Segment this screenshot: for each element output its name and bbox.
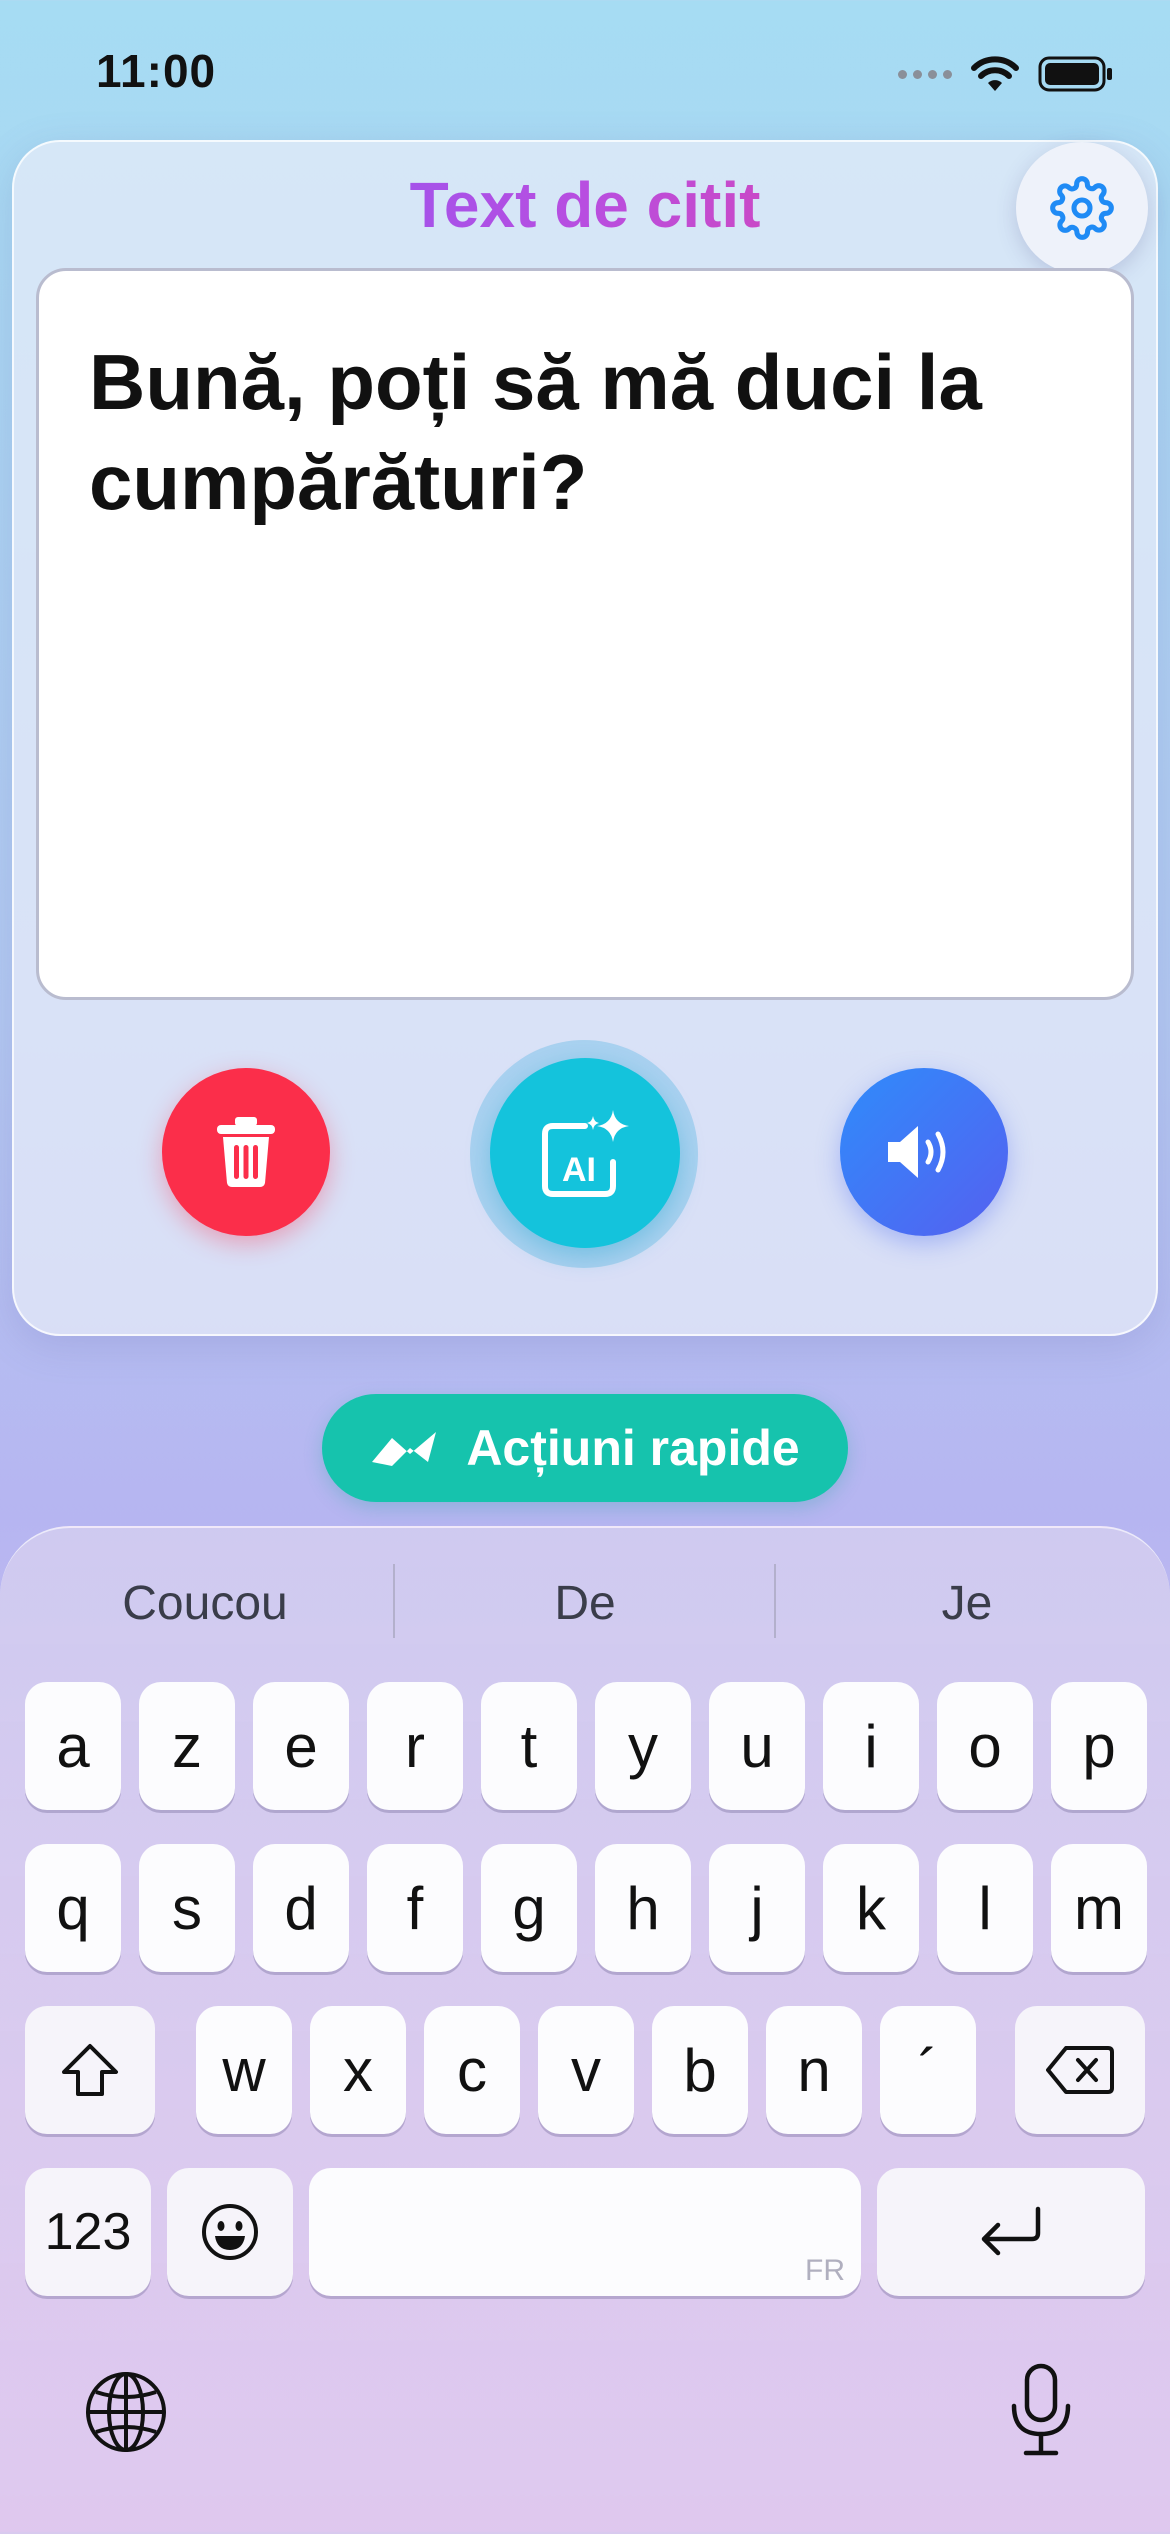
card-title: Text de citit — [0, 168, 1170, 242]
numbers-key[interactable]: 123 — [25, 2168, 151, 2296]
suggestion-3[interactable]: Je — [777, 1568, 1157, 1640]
cellular-signal-icon — [898, 69, 952, 79]
key[interactable]: q — [25, 1844, 121, 1972]
key[interactable]: s — [139, 1844, 235, 1972]
key[interactable]: w — [196, 2006, 292, 2134]
return-key[interactable] — [877, 2168, 1145, 2296]
key[interactable]: i — [823, 1682, 919, 1810]
key[interactable]: f — [367, 1844, 463, 1972]
key[interactable]: e — [253, 1682, 349, 1810]
key[interactable]: g — [481, 1844, 577, 1972]
text-input-area[interactable]: Bună, poți să mă duci la cumpărături? — [36, 268, 1134, 1000]
lightning-wave-icon — [372, 1432, 437, 1466]
key[interactable]: m — [1051, 1844, 1147, 1972]
status-time: 11:00 — [96, 45, 217, 97]
key[interactable]: p — [1051, 1682, 1147, 1810]
quick-actions-button[interactable]: Acțiuni rapide — [322, 1394, 848, 1502]
delete-button[interactable] — [162, 1068, 330, 1236]
emoji-icon — [202, 2204, 258, 2260]
svg-text:AI: AI — [562, 1151, 596, 1189]
key[interactable]: c — [424, 2006, 520, 2134]
suggestion-1[interactable]: Coucou — [20, 1568, 390, 1640]
speaker-icon — [888, 1126, 946, 1178]
backspace-key[interactable] — [1015, 2006, 1145, 2134]
key[interactable]: n — [766, 2006, 862, 2134]
key[interactable]: z — [139, 1682, 235, 1810]
wifi-icon — [971, 56, 1019, 91]
quick-actions-label: Acțiuni rapide — [466, 1420, 800, 1476]
microphone-icon — [1011, 2363, 1071, 2456]
suggestion-2[interactable]: De — [396, 1568, 774, 1640]
dictation-button[interactable] — [1008, 2362, 1074, 2458]
battery-icon — [1038, 56, 1112, 92]
key[interactable]: r — [367, 1682, 463, 1810]
key[interactable]: b — [652, 2006, 748, 2134]
suggestion-divider — [774, 1564, 776, 1638]
key[interactable]: l — [937, 1844, 1033, 1972]
key[interactable]: x — [310, 2006, 406, 2134]
key[interactable]: t — [481, 1682, 577, 1810]
key[interactable]: d — [253, 1844, 349, 1972]
backspace-icon — [1046, 2046, 1114, 2094]
key[interactable]: y — [595, 1682, 691, 1810]
key[interactable]: a — [25, 1682, 121, 1810]
key[interactable]: u — [709, 1682, 805, 1810]
ai-sparkle-icon: AI — [542, 1110, 629, 1197]
speak-button[interactable] — [840, 1068, 1008, 1236]
key[interactable]: j — [709, 1844, 805, 1972]
shift-icon — [62, 2044, 118, 2096]
key[interactable]: h — [595, 1844, 691, 1972]
accent-key[interactable]: ´ — [880, 2006, 976, 2134]
shift-key[interactable] — [25, 2006, 155, 2134]
emoji-key[interactable] — [167, 2168, 293, 2296]
gear-icon — [1050, 176, 1114, 240]
key[interactable]: v — [538, 2006, 634, 2134]
status-icons — [898, 50, 1114, 98]
return-icon — [981, 2206, 1041, 2256]
suggestion-divider — [393, 1564, 395, 1638]
globe-button[interactable] — [84, 2370, 168, 2454]
key[interactable]: o — [937, 1682, 1033, 1810]
globe-icon — [86, 2372, 166, 2452]
keyboard-language-label: FR — [805, 2254, 845, 2287]
space-key[interactable]: FR — [309, 2168, 861, 2296]
settings-button[interactable] — [1016, 142, 1148, 274]
key[interactable]: k — [823, 1844, 919, 1972]
ai-button[interactable]: AI — [490, 1058, 680, 1248]
trash-icon — [217, 1117, 275, 1187]
